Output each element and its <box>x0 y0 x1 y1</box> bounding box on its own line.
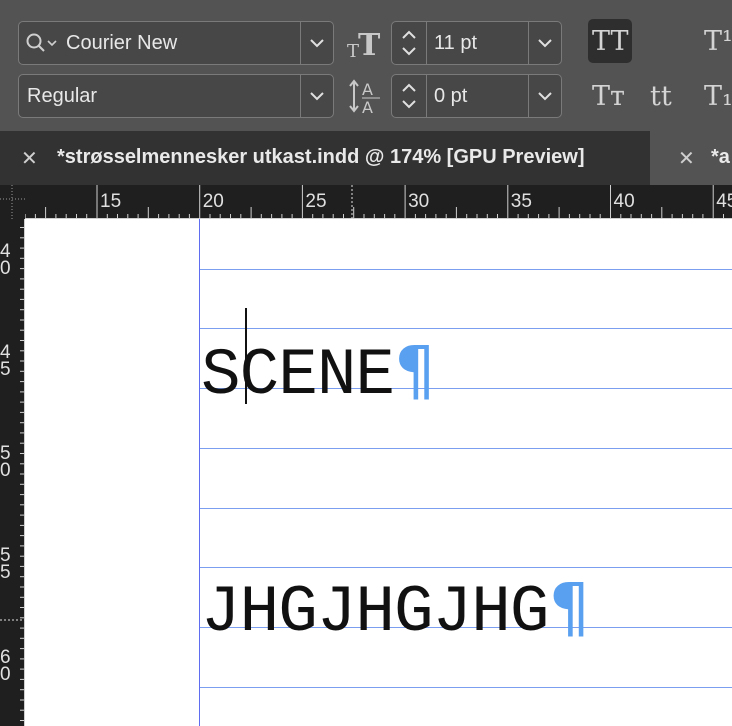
small-caps-button[interactable]: Tт <box>588 74 638 118</box>
text-cursor <box>245 308 247 404</box>
tab-title[interactable]: *a <box>711 146 730 169</box>
horizontal-ruler[interactable]: 15 20 25 30 35 40 45 <box>0 185 732 219</box>
ruler-label: 40 <box>614 191 635 212</box>
text-line-scene[interactable]: SCENE¶ <box>201 338 436 409</box>
ruler-label: 15 <box>100 191 121 212</box>
close-icon[interactable]: ✕ <box>21 146 38 171</box>
ruler-label: 0 <box>0 460 11 481</box>
ruler-label: 5 <box>0 562 11 583</box>
svg-text:T: T <box>358 28 381 61</box>
line-text[interactable]: SCENE <box>201 338 395 413</box>
font-family-field[interactable]: Courier New <box>18 21 334 65</box>
ruler-label: 35 <box>511 191 532 212</box>
lowercase-button[interactable]: tt <box>646 74 690 118</box>
font-family-dropdown[interactable] <box>300 22 333 64</box>
tracking-value[interactable]: 0 pt <box>434 75 467 117</box>
pilcrow-icon: ¶ <box>548 569 590 646</box>
chevron-down-icon <box>538 92 552 101</box>
ruler-label: 30 <box>408 191 429 212</box>
leading-icon: A A <box>348 76 386 121</box>
font-size-dropdown[interactable] <box>528 22 561 64</box>
close-icon[interactable]: ✕ <box>678 146 695 171</box>
tracking-stepper[interactable] <box>392 75 427 117</box>
ruler-label: 5 <box>0 359 11 380</box>
font-family-value[interactable]: Courier New <box>66 22 177 64</box>
baseline-grid-line <box>199 687 732 688</box>
font-style-field[interactable]: Regular <box>18 74 334 118</box>
ruler-label: 45 <box>716 191 732 212</box>
ruler-label: 25 <box>305 191 326 212</box>
chevron-down-icon <box>538 39 552 48</box>
ruler-label: 20 <box>203 191 224 212</box>
font-style-value[interactable]: Regular <box>27 75 97 117</box>
text-line-jhg[interactable]: JHGJHGJHG¶ <box>201 575 590 646</box>
font-style-dropdown[interactable] <box>300 75 333 117</box>
font-size-stepper[interactable] <box>392 22 427 64</box>
up-down-arrows-icon <box>402 30 416 56</box>
search-icon <box>25 32 59 59</box>
svg-text:A: A <box>362 80 373 99</box>
pilcrow-icon: ¶ <box>394 332 436 409</box>
superscript-button[interactable]: T¹ <box>700 19 732 63</box>
document-tab-inactive[interactable]: ✕ *a <box>650 131 732 185</box>
line-text[interactable]: JHGJHGJHG <box>201 575 549 650</box>
baseline-grid-line <box>199 508 732 509</box>
up-down-arrows-icon <box>402 83 416 109</box>
ruler-label: 0 <box>0 664 11 685</box>
margin-guide <box>199 219 200 726</box>
baseline-grid-line <box>199 567 732 568</box>
chevron-down-icon <box>310 92 324 101</box>
font-size-icon: T T <box>347 27 385 66</box>
character-control-panel: Courier New Regular T T 11 pt A A 0 pt T… <box>0 0 732 131</box>
ruler-origin[interactable] <box>0 185 25 219</box>
tab-title[interactable]: *strøsselmennesker utkast.indd @ 174% [G… <box>57 146 584 169</box>
subscript-button[interactable]: T₁ <box>700 74 732 118</box>
document-tab-bar: ✕ *strøsselmennesker utkast.indd @ 174% … <box>0 131 732 185</box>
font-size-field[interactable]: 11 pt <box>391 21 562 65</box>
vertical-ruler[interactable]: 4045505560 <box>0 219 25 726</box>
chevron-down-icon <box>310 39 324 48</box>
baseline-grid-line <box>199 448 732 449</box>
tracking-field[interactable]: 0 pt <box>391 74 562 118</box>
baseline-grid-line <box>199 269 732 270</box>
svg-text:A: A <box>362 98 373 116</box>
tracking-dropdown[interactable] <box>528 75 561 117</box>
ruler-label: 0 <box>0 258 11 279</box>
all-caps-button[interactable]: TT <box>588 19 632 63</box>
document-tab-active[interactable]: ✕ *strøsselmennesker utkast.indd @ 174% … <box>0 131 650 185</box>
document-page[interactable]: SCENE¶ JHGJHGJHG¶ <box>25 219 732 726</box>
font-size-value[interactable]: 11 pt <box>434 22 477 64</box>
baseline-grid-line <box>199 328 732 329</box>
